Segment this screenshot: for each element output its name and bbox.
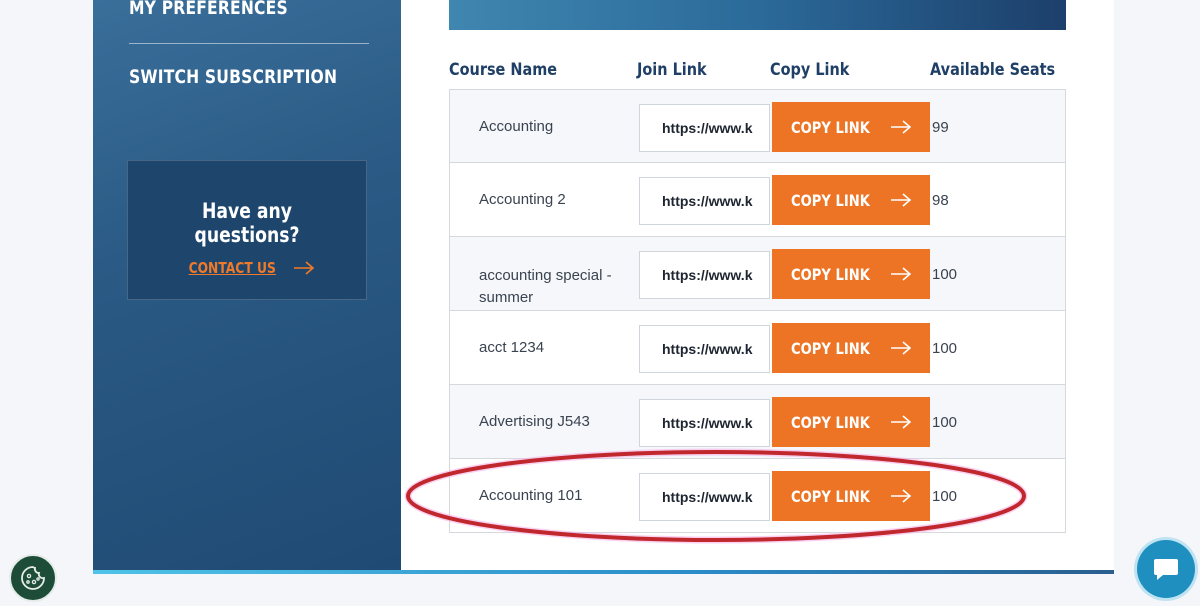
available-seats: 100 <box>932 339 958 357</box>
contact-row: CONTACT US <box>128 259 366 277</box>
arrow-right-icon <box>891 120 912 134</box>
join-link-field[interactable]: https://www.k <box>639 325 770 373</box>
nav-my-preferences[interactable]: MY PREFERENCES <box>129 0 288 19</box>
arrow-right-icon <box>891 415 912 429</box>
join-link-field[interactable]: https://www.k <box>639 104 770 152</box>
column-header-copy-link: Copy Link <box>770 60 850 80</box>
main-content: Course Name Join Link Copy Link Availabl… <box>401 0 1114 570</box>
table-row: Accounting https://www.k COPY LINK 99 <box>449 89 1066 163</box>
available-seats: 98 <box>932 191 949 209</box>
arrow-right-icon <box>891 193 912 207</box>
copy-link-label: COPY LINK <box>791 412 870 432</box>
cookie-icon <box>21 566 45 590</box>
cookie-settings-button[interactable] <box>9 554 57 602</box>
sidebar: MY PREFERENCES SWITCH SUBSCRIPTION Have … <box>93 0 401 570</box>
course-name: Accounting <box>479 118 554 135</box>
footer-accent-bar <box>93 570 1114 574</box>
arrow-right-icon <box>891 489 912 503</box>
course-name: accounting special - summer <box>479 267 612 306</box>
copy-link-label: COPY LINK <box>791 264 870 284</box>
contact-us-link[interactable]: CONTACT US <box>188 259 275 277</box>
join-link-field[interactable]: https://www.k <box>639 473 770 521</box>
arrow-right-icon <box>891 341 912 355</box>
copy-link-label: COPY LINK <box>791 190 870 210</box>
table-row: acct 1234 https://www.k COPY LINK 100 <box>449 311 1066 385</box>
join-link-field[interactable]: https://www.k <box>639 251 770 299</box>
join-link-field[interactable]: https://www.k <box>639 177 770 225</box>
copy-link-button[interactable]: COPY LINK <box>772 323 930 373</box>
copy-link-label: COPY LINK <box>791 338 870 358</box>
available-seats: 100 <box>932 413 958 431</box>
copy-link-label: COPY LINK <box>791 486 870 506</box>
help-title: Have any questions? <box>194 199 300 247</box>
copy-link-button[interactable]: COPY LINK <box>772 249 930 299</box>
available-seats: 99 <box>932 118 949 136</box>
arrow-right-icon[interactable] <box>293 261 315 275</box>
courses-table: Accounting https://www.k COPY LINK 99 Ac… <box>449 89 1066 533</box>
table-row: Advertising J543 https://www.k COPY LINK… <box>449 385 1066 459</box>
chat-widget-button[interactable] <box>1137 540 1195 598</box>
available-seats: 100 <box>932 487 958 505</box>
course-name: Advertising J543 <box>479 413 590 430</box>
column-header-available-seats: Available Seats <box>930 60 1056 80</box>
header-banner <box>449 0 1066 30</box>
copy-link-button[interactable]: COPY LINK <box>772 397 930 447</box>
course-name: acct 1234 <box>479 339 545 356</box>
table-row: Accounting 101 https://www.k COPY LINK 1… <box>449 459 1066 533</box>
course-name: Accounting 101 <box>479 487 583 504</box>
copy-link-button[interactable]: COPY LINK <box>772 102 930 152</box>
table-row: accounting special - summer https://www.… <box>449 237 1066 311</box>
copy-link-button[interactable]: COPY LINK <box>772 471 930 521</box>
help-box: Have any questions? CONTACT US <box>127 160 367 300</box>
nav-switch-subscription[interactable]: SWITCH SUBSCRIPTION <box>129 66 337 88</box>
nav-divider <box>129 43 369 44</box>
column-header-join-link: Join Link <box>637 60 707 80</box>
course-name: Accounting 2 <box>479 191 566 208</box>
arrow-right-icon <box>891 267 912 281</box>
join-link-field[interactable]: https://www.k <box>639 399 770 447</box>
copy-link-button[interactable]: COPY LINK <box>772 175 930 225</box>
table-row: Accounting 2 https://www.k COPY LINK 98 <box>449 163 1066 237</box>
copy-link-label: COPY LINK <box>791 117 870 137</box>
column-header-course-name: Course Name <box>449 60 558 80</box>
chat-icon <box>1154 559 1178 580</box>
available-seats: 100 <box>932 265 958 283</box>
